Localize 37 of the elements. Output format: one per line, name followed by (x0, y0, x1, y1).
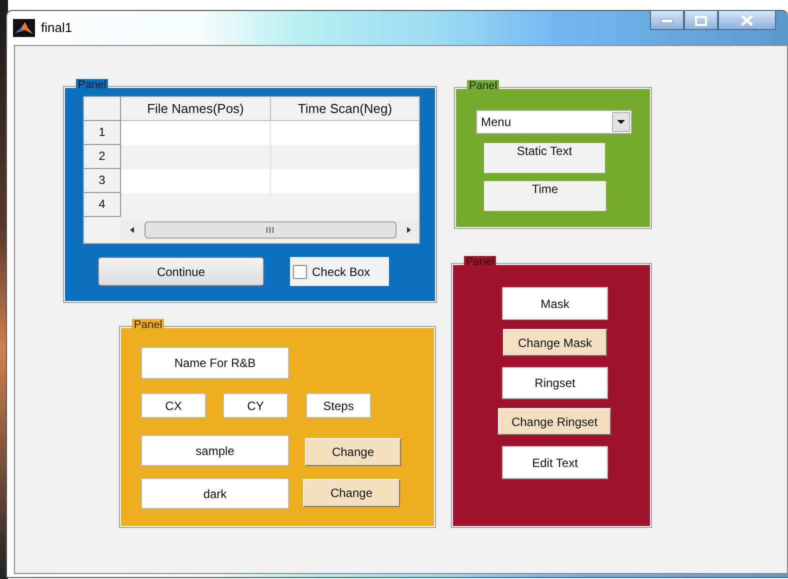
text-field[interactable]: Edit Text (502, 446, 608, 479)
text-field[interactable]: Ringset (502, 367, 608, 399)
checkbox-label: Check Box (312, 264, 370, 280)
maximize-button[interactable] (684, 10, 718, 30)
push-button[interactable]: Change (303, 479, 400, 507)
close-button[interactable] (718, 10, 776, 30)
push-button[interactable]: Continue (98, 257, 264, 286)
minimize-icon (661, 18, 673, 23)
table-cell[interactable] (271, 121, 419, 145)
push-button[interactable]: Change (305, 438, 401, 466)
row-header: 4 (84, 193, 121, 217)
row-header: 1 (84, 121, 121, 145)
caret-icon (612, 112, 630, 132)
table-cell[interactable] (121, 121, 271, 145)
close-icon (741, 15, 753, 26)
static-text: Static Text (484, 143, 605, 173)
static-text: Time (484, 181, 606, 211)
checkbox[interactable] (293, 264, 307, 278)
text-field[interactable]: Name For R&B (141, 347, 289, 379)
minimize-button[interactable] (650, 10, 684, 30)
maximize-icon (695, 16, 707, 26)
push-button[interactable]: Change Mask (503, 329, 607, 356)
app-icon (13, 19, 35, 37)
text-field[interactable]: CY (223, 393, 288, 418)
text-field[interactable]: sample (141, 435, 289, 466)
text-field[interactable]: Mask (502, 287, 608, 320)
text-field[interactable]: dark (141, 478, 289, 509)
row-header: 3 (84, 169, 121, 193)
row-header: 2 (84, 145, 121, 169)
text-field[interactable]: Steps (306, 393, 371, 418)
window-title: final1 (41, 19, 72, 38)
column-header[interactable]: File Names(Pos) (121, 97, 271, 121)
table-cell[interactable] (121, 169, 271, 193)
table-cell[interactable] (271, 169, 419, 193)
push-button[interactable]: Change Ringset (498, 408, 611, 435)
text-field[interactable]: CX (141, 393, 206, 418)
dropdown[interactable]: Menu (476, 110, 632, 134)
